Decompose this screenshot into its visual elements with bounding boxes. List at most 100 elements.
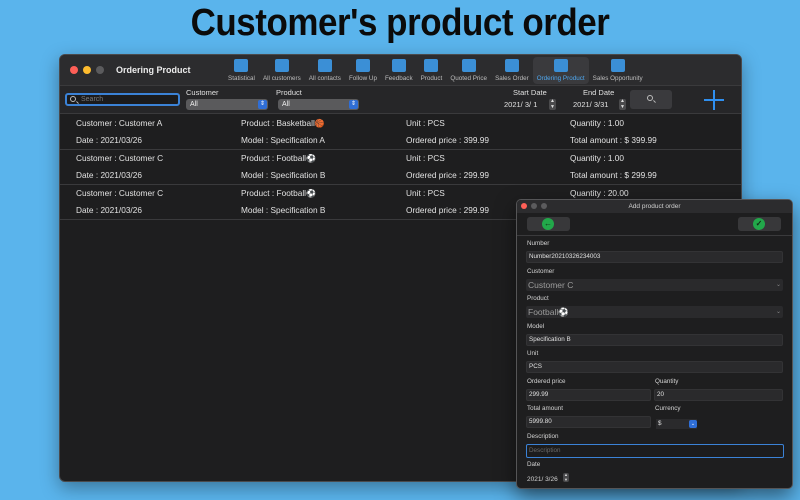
- order-product-text: Product : Football: [241, 153, 307, 163]
- product-emoji-icon: ⚽: [306, 154, 316, 163]
- order-row[interactable]: Customer : Customer A Product : Basketbal…: [60, 115, 741, 150]
- checkmark-icon: ✓: [753, 218, 765, 230]
- window-title: Ordering Product: [116, 65, 191, 75]
- product-select[interactable]: Football⚽ ⌄: [526, 306, 783, 318]
- toolbar-cart[interactable]: Ordering Product: [532, 57, 589, 84]
- arrow-left-icon: ←: [542, 218, 554, 230]
- order-date-text: Date : 2021/03/26: [76, 170, 142, 180]
- divider: [517, 235, 792, 236]
- end-date-stepper[interactable]: ▲ ▼: [619, 98, 626, 110]
- start-date-stepper[interactable]: ▲ ▼: [549, 98, 556, 110]
- order-model: Model : Specification B: [241, 205, 325, 215]
- order-row[interactable]: Customer : Customer C Product : Football⚽…: [60, 150, 741, 185]
- order-price-text: Ordered price : 299.99: [406, 170, 490, 180]
- currency-value: $: [658, 420, 662, 427]
- customer-select-value: Customer C: [528, 280, 574, 290]
- order-customer: Customer : Customer C: [76, 188, 163, 198]
- number-field[interactable]: Number20210326234003: [526, 251, 783, 263]
- chevron-updown-icon: ⇕: [258, 100, 267, 109]
- add-product-order-dialog: Add product order ← ✓ Number Number20210…: [516, 199, 793, 489]
- start-date-field[interactable]: 2021/ 3/ 1: [504, 100, 537, 109]
- chevron-updown-icon: ⇕: [349, 100, 358, 109]
- toolbar-customers[interactable]: All customers: [259, 57, 305, 84]
- model-label: Model: [527, 323, 545, 330]
- back-button[interactable]: ←: [527, 217, 570, 231]
- order-price: Ordered price : 299.99: [406, 170, 489, 180]
- toolbar-network[interactable]: Follow Up: [345, 57, 381, 84]
- order-model-text: Model : Specification B: [241, 205, 326, 215]
- toolbar-feedback[interactable]: Feedback: [381, 57, 417, 84]
- toolbar-label: Quoted Price: [450, 75, 488, 82]
- order-product: Product : Basketball🏀: [241, 118, 325, 128]
- cart-icon: [553, 59, 568, 72]
- customers-icon: [274, 59, 289, 72]
- customer-select[interactable]: Customer C ⌄: [526, 279, 783, 291]
- order-date-text: Date : 2021/03/26: [76, 205, 142, 215]
- order-product: Product : Football⚽: [241, 153, 316, 163]
- toolbar-chart[interactable]: Statistical: [224, 57, 259, 84]
- product-filter-label: Product: [276, 88, 302, 97]
- order-price-text: Ordered price : 399.99: [406, 135, 490, 145]
- order-date: Date : 2021/03/26: [76, 170, 142, 180]
- end-date-label: End Date: [583, 88, 615, 97]
- window-controls: [70, 66, 104, 74]
- confirm-button[interactable]: ✓: [738, 217, 781, 231]
- total-amount-label: Total amount: [527, 405, 564, 412]
- order-customer-text: Customer : Customer C: [76, 188, 164, 198]
- description-placeholder: Description: [529, 447, 561, 454]
- product-filter-select[interactable]: All ⇕: [278, 99, 359, 110]
- customer-filter-label: Customer: [186, 88, 219, 97]
- order-date: Date : 2021/03/26: [76, 205, 142, 215]
- toolbar-label: Product: [420, 75, 443, 82]
- toolbar-contacts[interactable]: All contacts: [305, 57, 345, 84]
- product-emoji-icon: ⚽: [306, 189, 316, 198]
- toolbar-calculator[interactable]: Quoted Price: [446, 57, 491, 84]
- toolbar-product[interactable]: Product: [417, 57, 447, 84]
- customer-filter-select[interactable]: All ⇕: [186, 99, 268, 110]
- order-total: Total amount : $ 399.99: [570, 135, 657, 145]
- ordered-price-field[interactable]: 299.99: [526, 389, 651, 401]
- network-icon: [355, 59, 370, 72]
- toolbar-briefcase[interactable]: Sales Opportunity: [589, 57, 647, 84]
- order-unit-text: Unit : PCS: [406, 188, 445, 198]
- add-order-button[interactable]: [703, 89, 725, 111]
- search-input[interactable]: Search: [65, 93, 180, 106]
- quantity-field[interactable]: 20: [654, 389, 783, 401]
- order-product: Product : Football⚽: [241, 188, 316, 198]
- start-date-label: Start Date: [513, 88, 547, 97]
- toolbar: Statistical All customers All contacts Foll…: [224, 57, 647, 84]
- product-select-value: Football⚽: [528, 307, 569, 317]
- zoom-window-button[interactable]: [96, 66, 104, 74]
- quantity-label: Quantity: [655, 378, 679, 385]
- close-window-button[interactable]: [70, 66, 78, 74]
- customer-filter-value: All: [190, 101, 198, 108]
- order-quantity-text: Quantity : 1.00: [570, 118, 624, 128]
- date-stepper[interactable]: ▲ ▼: [563, 472, 569, 482]
- end-date-field[interactable]: 2021/ 3/31: [573, 100, 608, 109]
- toolbar-label: Follow Up: [348, 75, 377, 82]
- date-label: Date: [527, 461, 541, 468]
- toolbar-order[interactable]: Sales Order: [491, 57, 533, 84]
- search-icon: [647, 95, 653, 101]
- unit-label: Unit: [527, 350, 539, 357]
- total-amount-field[interactable]: 5999.80: [526, 416, 651, 428]
- description-input[interactable]: Description: [526, 444, 784, 458]
- description-label: Description: [527, 433, 559, 440]
- order-date: Date : 2021/03/26: [76, 135, 142, 145]
- feedback-icon: [391, 59, 406, 72]
- toolbar-label: Ordering Product: [536, 75, 585, 82]
- model-field[interactable]: Specification B: [526, 334, 783, 346]
- order-icon: [504, 59, 519, 72]
- unit-field[interactable]: PCS: [526, 361, 783, 373]
- order-product-text: Product : Football: [241, 188, 307, 198]
- currency-select[interactable]: $ ⌄: [656, 419, 697, 429]
- search-icon: [70, 96, 76, 102]
- search-button[interactable]: [630, 90, 672, 109]
- briefcase-icon: [610, 59, 625, 72]
- chevron-down-icon: ⌄: [775, 309, 781, 315]
- order-model-text: Model : Specification A: [241, 135, 325, 145]
- minimize-window-button[interactable]: [83, 66, 91, 74]
- date-field[interactable]: 2021/ 3/26: [527, 476, 558, 483]
- toolbar-label: All customers: [262, 75, 301, 82]
- toolbar-label: Sales Opportunity: [592, 75, 643, 82]
